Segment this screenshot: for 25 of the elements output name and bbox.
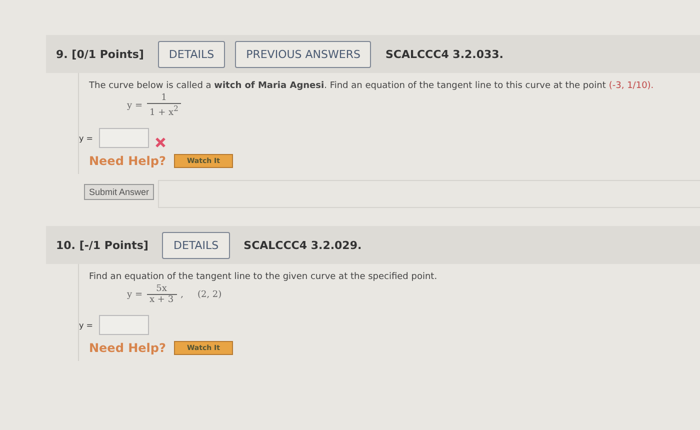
question-number: 9. [0/1 Points] bbox=[56, 48, 144, 60]
problem-code: SCALCCC4 3.2.033. bbox=[385, 48, 504, 60]
header-button[interactable]: DETAILS bbox=[158, 40, 226, 68]
fraction-numerator: 5x bbox=[155, 284, 168, 294]
answer-label: y = bbox=[79, 134, 93, 142]
question-number: 10. [-/1 Points] bbox=[56, 238, 148, 252]
equation-lhs: y = bbox=[127, 290, 142, 300]
equation-comma: , bbox=[180, 290, 184, 300]
answer-field[interactable] bbox=[98, 128, 149, 148]
fraction-denominator: 1 + x$^{2}$ bbox=[146, 103, 182, 118]
fraction-denominator: x + 3 bbox=[146, 294, 177, 305]
need-help-label: Need Help? bbox=[89, 341, 166, 355]
answer-field[interactable] bbox=[98, 315, 149, 335]
problem-code: SCALCCC4 3.2.029. bbox=[244, 238, 362, 252]
need-help-label: Need Help? bbox=[89, 154, 166, 168]
incorrect-icon bbox=[154, 137, 166, 148]
problem-statement: The curve below is called a witch of Maria Agnesi. Find an equation of the tangent line to this curve at the point (-3, 1/10). bbox=[89, 81, 655, 91]
fraction-numerator: 1 bbox=[160, 93, 168, 103]
submit-answer-button[interactable]: Submit Answer bbox=[84, 184, 154, 200]
equation-point: (2, 2) bbox=[197, 290, 222, 300]
equation-lhs: y = bbox=[127, 100, 142, 110]
header-button[interactable]: DETAILS bbox=[162, 232, 230, 258]
problem-statement: Find an equation of the tangent line to the given curve at the specified point. bbox=[89, 272, 438, 282]
answer-label: y = bbox=[79, 320, 93, 330]
header-button[interactable]: PREVIOUS ANSWERS bbox=[235, 40, 372, 68]
